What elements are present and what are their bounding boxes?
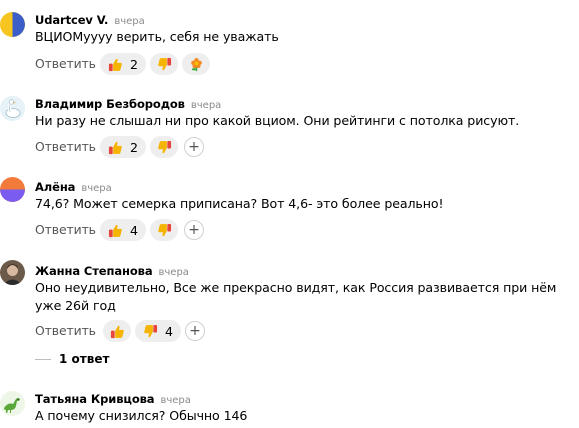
avatar-orange-purple-icon	[0, 177, 25, 202]
avatar[interactable]	[0, 96, 25, 121]
comment-header: Udartcev V. вчера	[35, 9, 145, 27]
user-photo-icon	[0, 260, 25, 285]
timestamp: вчера	[81, 183, 112, 194]
flower-icon	[189, 57, 204, 72]
comment-header: Владимир Безбородов вчера	[35, 93, 222, 111]
comment-actions: Ответить 4 +	[35, 320, 235, 342]
timestamp: вчера	[160, 395, 191, 406]
comment-text: 74,6? Может семерка приписана? Вот 4,6- …	[35, 196, 444, 211]
avatar[interactable]	[0, 12, 25, 37]
like-reaction-button[interactable]: 2	[100, 136, 146, 158]
goose-icon	[0, 96, 25, 121]
comment-actions: Ответить 2 +	[35, 136, 235, 158]
like-count: 2	[129, 56, 138, 72]
comment: Владимир Безбородов вчера Ни разу не слыш…	[0, 93, 579, 163]
thumbs-up-icon	[110, 324, 125, 339]
flower-reaction-button[interactable]	[182, 53, 210, 75]
author-name[interactable]: Алёна	[35, 180, 75, 194]
add-reaction-button[interactable]: +	[184, 137, 204, 157]
comment: Татьяна Кривцова вчера А почему снизился?…	[0, 388, 579, 428]
add-reaction-button[interactable]: +	[184, 220, 204, 240]
like-count: 4	[129, 222, 138, 238]
add-reaction-button[interactable]: +	[185, 321, 205, 341]
dislike-reaction-button[interactable]	[150, 136, 178, 158]
timestamp: вчера	[158, 267, 189, 278]
thumbs-up-icon	[108, 140, 123, 155]
replies-toggle[interactable]: 1 ответ	[35, 351, 109, 367]
dislike-reaction-button[interactable]	[150, 219, 178, 241]
thumbs-down-icon	[157, 140, 172, 155]
thumbs-up-icon	[108, 57, 123, 72]
avatar[interactable]	[0, 177, 25, 202]
author-name[interactable]: Udartcev V.	[35, 13, 108, 27]
comment-text: Оно неудивительно, Все же прекрасно видя…	[35, 280, 557, 313]
author-name[interactable]: Татьяна Кривцова	[35, 392, 155, 406]
replies-count[interactable]: 1 ответ	[59, 352, 109, 366]
like-reaction-button[interactable]	[103, 320, 131, 342]
timestamp: вчера	[190, 100, 222, 111]
dinosaur-icon	[0, 391, 25, 416]
thumbs-down-icon	[157, 223, 172, 238]
avatar[interactable]	[0, 391, 25, 416]
thumbs-up-icon	[108, 223, 123, 238]
like-reaction-button[interactable]: 4	[100, 219, 146, 241]
author-name[interactable]: Владимир Безбородов	[35, 97, 185, 111]
like-count: 2	[129, 139, 138, 155]
like-reaction-button[interactable]: 2	[100, 53, 146, 75]
thumbs-down-icon	[157, 57, 172, 72]
reply-button[interactable]: Ответить	[35, 139, 96, 154]
comment-header: Татьяна Кривцова вчера	[35, 388, 191, 406]
thumbs-down-icon	[143, 324, 158, 339]
dislike-count: 4	[164, 323, 173, 339]
comment: Udartcev V. вчера ВЦИОМуууу верить, себя …	[0, 9, 579, 79]
thread-line	[35, 358, 51, 360]
reply-button[interactable]: Ответить	[35, 56, 96, 71]
timestamp: вчера	[114, 16, 145, 27]
dislike-reaction-button[interactable]: 4	[135, 320, 181, 342]
comment-header: Жанна Степанова вчера	[35, 260, 189, 278]
comment-text: Ни разу не слышал ни про какой вциом. Он…	[35, 113, 520, 128]
dislike-reaction-button[interactable]	[150, 53, 178, 75]
comment: Алёна вчера 74,6? Может семерка приписана…	[0, 176, 579, 246]
comment-header: Алёна вчера	[35, 176, 112, 194]
comment-actions: Ответить 4 +	[35, 219, 235, 241]
comment-text: ВЦИОМуууу верить, себя не уважать	[35, 29, 279, 44]
author-name[interactable]: Жанна Степанова	[35, 264, 153, 278]
avatar[interactable]	[0, 260, 25, 285]
reply-button[interactable]: Ответить	[35, 323, 96, 338]
comment-text: А почему снизился? Обычно 146	[35, 408, 248, 423]
avatar-yellow-blue-icon	[0, 12, 25, 37]
reply-button[interactable]: Ответить	[35, 222, 96, 237]
comment-actions: Ответить 2	[35, 53, 235, 75]
